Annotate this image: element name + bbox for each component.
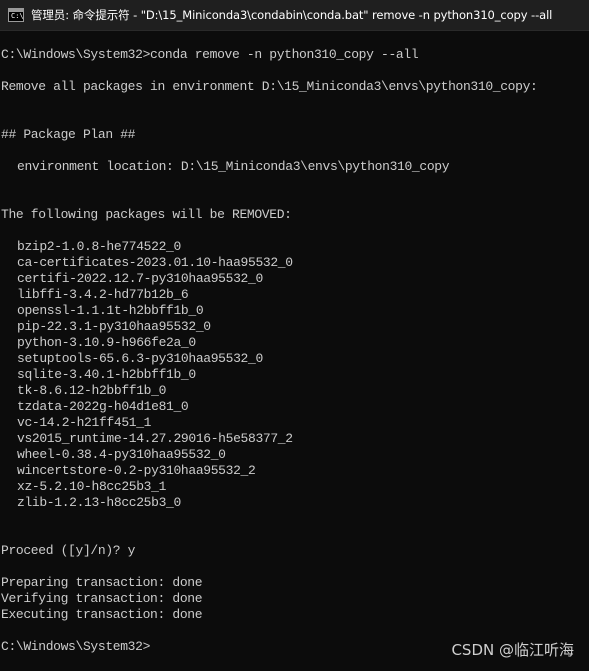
package-item: zlib-1.2.13-h8cc25b3_0 <box>17 495 181 510</box>
package-item: tk-8.6.12-h2bbff1b_0 <box>17 383 167 398</box>
package-item: libffi-3.4.2-hd77b12b_6 <box>17 287 189 302</box>
remove-message: Remove all packages in environment D:\15… <box>1 79 538 94</box>
package-item: setuptools-65.6.3-py310haa95532_0 <box>17 351 263 366</box>
cmd-icon-glyph: C:\ <box>11 12 24 20</box>
proceed-prompt: Proceed ([y]/n)? y <box>1 543 136 558</box>
package-item: ca-certificates-2023.01.10-haa95532_0 <box>17 255 293 270</box>
transaction-status: Verifying transaction: done <box>1 591 203 606</box>
package-item: vs2015_runtime-14.27.29016-h5e58377_2 <box>17 431 293 446</box>
package-item: bzip2-1.0.8-he774522_0 <box>17 239 181 254</box>
package-plan-header: ## Package Plan ## <box>1 127 136 142</box>
package-item: python-3.10.9-h966fe2a_0 <box>17 335 196 350</box>
removed-packages-header: The following packages will be REMOVED: <box>1 207 292 222</box>
package-item: tzdata-2022g-h04d1e81_0 <box>17 399 189 414</box>
package-item: pip-22.3.1-py310haa95532_0 <box>17 319 211 334</box>
package-item: certifi-2022.12.7-py310haa95532_0 <box>17 271 263 286</box>
package-item: sqlite-3.40.1-h2bbff1b_0 <box>17 367 196 382</box>
package-item: openssl-1.1.1t-h2bbff1b_0 <box>17 303 204 318</box>
package-item: xz-5.2.10-h8cc25b3_1 <box>17 479 167 494</box>
window-titlebar[interactable]: C:\ 管理员: 命令提示符 - "D:\15_Miniconda3\conda… <box>0 0 589 31</box>
package-item: vc-14.2-h21ff451_1 <box>17 415 152 430</box>
csdn-watermark: CSDN @临江听海 <box>451 641 574 659</box>
cmd-icon[interactable]: C:\ <box>8 8 24 22</box>
package-item: wheel-0.38.4-py310haa95532_0 <box>17 447 226 462</box>
environment-location: environment location: D:\15_Miniconda3\e… <box>17 159 450 174</box>
transaction-status: Preparing transaction: done <box>1 575 203 590</box>
console-output[interactable]: C:\Windows\System32>conda remove -n pyth… <box>1 47 587 655</box>
cmd-window: C:\ 管理员: 命令提示符 - "D:\15_Miniconda3\conda… <box>0 0 589 671</box>
transaction-status: Executing transaction: done <box>1 607 203 622</box>
window-title: 管理员: 命令提示符 - "D:\15_Miniconda3\condabin\… <box>31 8 553 22</box>
package-item: wincertstore-0.2-py310haa95532_2 <box>17 463 256 478</box>
command-line: C:\Windows\System32>conda remove -n pyth… <box>1 47 419 62</box>
